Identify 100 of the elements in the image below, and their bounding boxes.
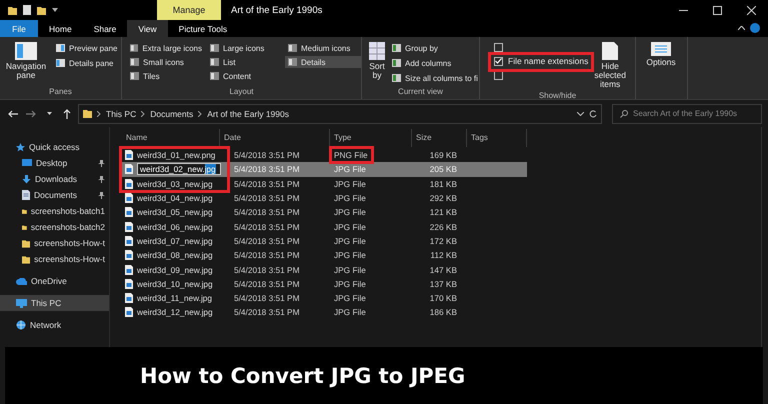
file-name[interactable]: weird3d_06_new.jpg bbox=[137, 222, 213, 232]
pane-toggle[interactable]: Preview pane bbox=[53, 42, 120, 54]
type-cell-text: JPG File bbox=[333, 278, 367, 289]
search-field[interactable]: Search Art of the Early 1990s bbox=[612, 104, 762, 124]
column-header[interactable]: Tags bbox=[467, 128, 527, 146]
options-button[interactable]: Options bbox=[641, 40, 681, 87]
folder-icon bbox=[8, 6, 17, 14]
size-cell-text: 181 KB bbox=[428, 178, 458, 189]
maximize-icon bbox=[712, 6, 722, 14]
view-icon bbox=[210, 44, 219, 52]
layout-option[interactable]: Extra large icons bbox=[127, 42, 205, 54]
breadcrumb[interactable]: Documents bbox=[150, 108, 194, 118]
sidebar-item[interactable]: Network bbox=[0, 317, 109, 333]
type-cell-text: JPG File bbox=[333, 222, 367, 232]
image-file-icon bbox=[125, 164, 133, 174]
sidebar-item[interactable]: screenshots-How-t bbox=[0, 251, 109, 267]
file-name[interactable]: weird3d_08_new.jpg bbox=[137, 250, 213, 260]
view-icon bbox=[288, 58, 297, 66]
up-arrow-icon bbox=[63, 108, 71, 118]
layout-option[interactable]: Large icons bbox=[207, 42, 283, 54]
date-cell-text: 5/4/2018 3:51 PM bbox=[233, 264, 301, 275]
sidebar-item[interactable]: Downloads bbox=[0, 171, 109, 187]
type-cell-text: JPG File bbox=[333, 164, 367, 174]
sidebar-item[interactable]: screenshots-batch2 bbox=[0, 219, 109, 235]
ribbon-tab[interactable]: File bbox=[0, 20, 38, 37]
file-name[interactable]: weird3d_11_new.jpg bbox=[137, 293, 212, 304]
sidebar-item[interactable]: Quick access bbox=[0, 139, 109, 155]
sidebar-item[interactable]: This PC bbox=[0, 295, 109, 311]
navigation-pane-button[interactable]: Navigation pane bbox=[5, 40, 47, 87]
type-cell-text: JPG File bbox=[333, 264, 367, 275]
type-cell-text: JPG File bbox=[333, 207, 367, 218]
file-name[interactable]: weird3d_12_new.jpg bbox=[137, 307, 213, 318]
caret-icon bbox=[52, 8, 58, 12]
view-option[interactable]: Group by bbox=[389, 42, 481, 54]
date-cell-text: 5/4/2018 3:51 PM bbox=[233, 278, 301, 289]
image-file-icon bbox=[125, 293, 133, 304]
back-arrow-icon bbox=[8, 110, 18, 118]
sidebar-item[interactable]: screenshots-batch1 bbox=[0, 203, 109, 219]
sidebar-item[interactable]: Documents bbox=[0, 187, 109, 203]
sidebar-item[interactable]: screenshots-How-t bbox=[0, 235, 109, 251]
column-header[interactable]: Type bbox=[330, 128, 412, 146]
grid-icon bbox=[369, 42, 385, 60]
view-option[interactable]: Size all columns to fi bbox=[389, 72, 481, 84]
size-cell-text: 121 KB bbox=[428, 207, 458, 218]
file-name[interactable]: weird3d_03_new.jpg bbox=[137, 178, 213, 189]
column-header[interactable]: Size bbox=[412, 128, 467, 146]
layout-option[interactable]: Medium icons bbox=[285, 42, 361, 54]
checkbox-label: File name extensions bbox=[508, 56, 588, 66]
pin-icon bbox=[98, 176, 105, 182]
chevron-down-icon bbox=[577, 112, 584, 116]
layout-option[interactable]: List bbox=[207, 56, 283, 68]
checkbox[interactable] bbox=[494, 42, 503, 52]
close-icon bbox=[746, 6, 756, 14]
layout-option[interactable]: Tiles bbox=[127, 70, 205, 82]
image-file-icon bbox=[125, 222, 133, 232]
layout-option[interactable]: Small icons bbox=[127, 56, 205, 68]
file-name[interactable]: weird3d_10_new.jpg bbox=[137, 278, 213, 289]
file-name[interactable]: weird3d_07_new.jpg bbox=[137, 236, 213, 246]
group-label: Current view bbox=[397, 87, 444, 98]
image-file-icon bbox=[125, 250, 133, 260]
checkbox[interactable] bbox=[494, 56, 503, 66]
ribbon-tab[interactable]: Picture Tools bbox=[168, 20, 238, 37]
column-header[interactable]: Date bbox=[220, 128, 330, 146]
file-name[interactable]: weird3d_05_new.jpg bbox=[137, 207, 213, 218]
folder-icon bbox=[83, 109, 92, 118]
pin-icon bbox=[98, 192, 105, 198]
sidebar-item[interactable]: Desktop bbox=[0, 155, 109, 171]
help-button[interactable] bbox=[748, 20, 762, 36]
chevron-right-icon bbox=[141, 110, 146, 116]
view-option[interactable]: Add columns bbox=[389, 57, 481, 69]
column-header[interactable]: Name bbox=[122, 128, 220, 146]
checkbox[interactable] bbox=[494, 70, 503, 80]
file-name[interactable]: weird3d_04_new.jpg bbox=[137, 193, 213, 204]
date-cell-text: 5/4/2018 3:51 PM bbox=[233, 178, 301, 189]
size-cell-text: 170 KB bbox=[428, 293, 458, 304]
sidebar-item[interactable]: OneDrive bbox=[0, 273, 109, 289]
manage-tab[interactable]: Manage bbox=[157, 0, 221, 20]
image-file-icon bbox=[125, 178, 133, 189]
address-field[interactable]: This PC Documents Art of the Early 1990s bbox=[78, 104, 602, 124]
caption-title: How to Convert JPG to JPEG bbox=[140, 364, 466, 388]
ribbon-tab[interactable]: Home bbox=[38, 20, 83, 37]
layout-option[interactable]: Content bbox=[207, 70, 283, 82]
sort-by-button[interactable]: Sort by bbox=[367, 40, 387, 87]
network-icon bbox=[16, 320, 26, 330]
options-icon bbox=[651, 42, 671, 56]
layout-option[interactable]: Details bbox=[285, 56, 361, 68]
size-cell-text: 292 KB bbox=[428, 193, 458, 204]
breadcrumb[interactable]: This PC bbox=[106, 108, 136, 118]
file-name[interactable]: weird3d_09_new.jpg bbox=[137, 264, 213, 275]
group-label: Show/hide bbox=[538, 90, 578, 100]
file-name[interactable]: weird3d_01_new.png bbox=[137, 150, 216, 160]
star-icon bbox=[16, 142, 25, 152]
breadcrumb[interactable]: Art of the Early 1990s bbox=[207, 108, 289, 118]
size-cell-text: 205 KB bbox=[428, 164, 458, 174]
ribbon-tab[interactable]: Share bbox=[82, 20, 128, 37]
pane-toggle[interactable]: Details pane bbox=[53, 57, 120, 69]
ribbon-tab[interactable]: View bbox=[127, 20, 168, 37]
size-cell-text: 226 KB bbox=[428, 222, 458, 232]
hide-selected-button[interactable]: Hide selected items bbox=[590, 40, 630, 91]
date-cell-text: 5/4/2018 3:51 PM bbox=[233, 250, 301, 260]
